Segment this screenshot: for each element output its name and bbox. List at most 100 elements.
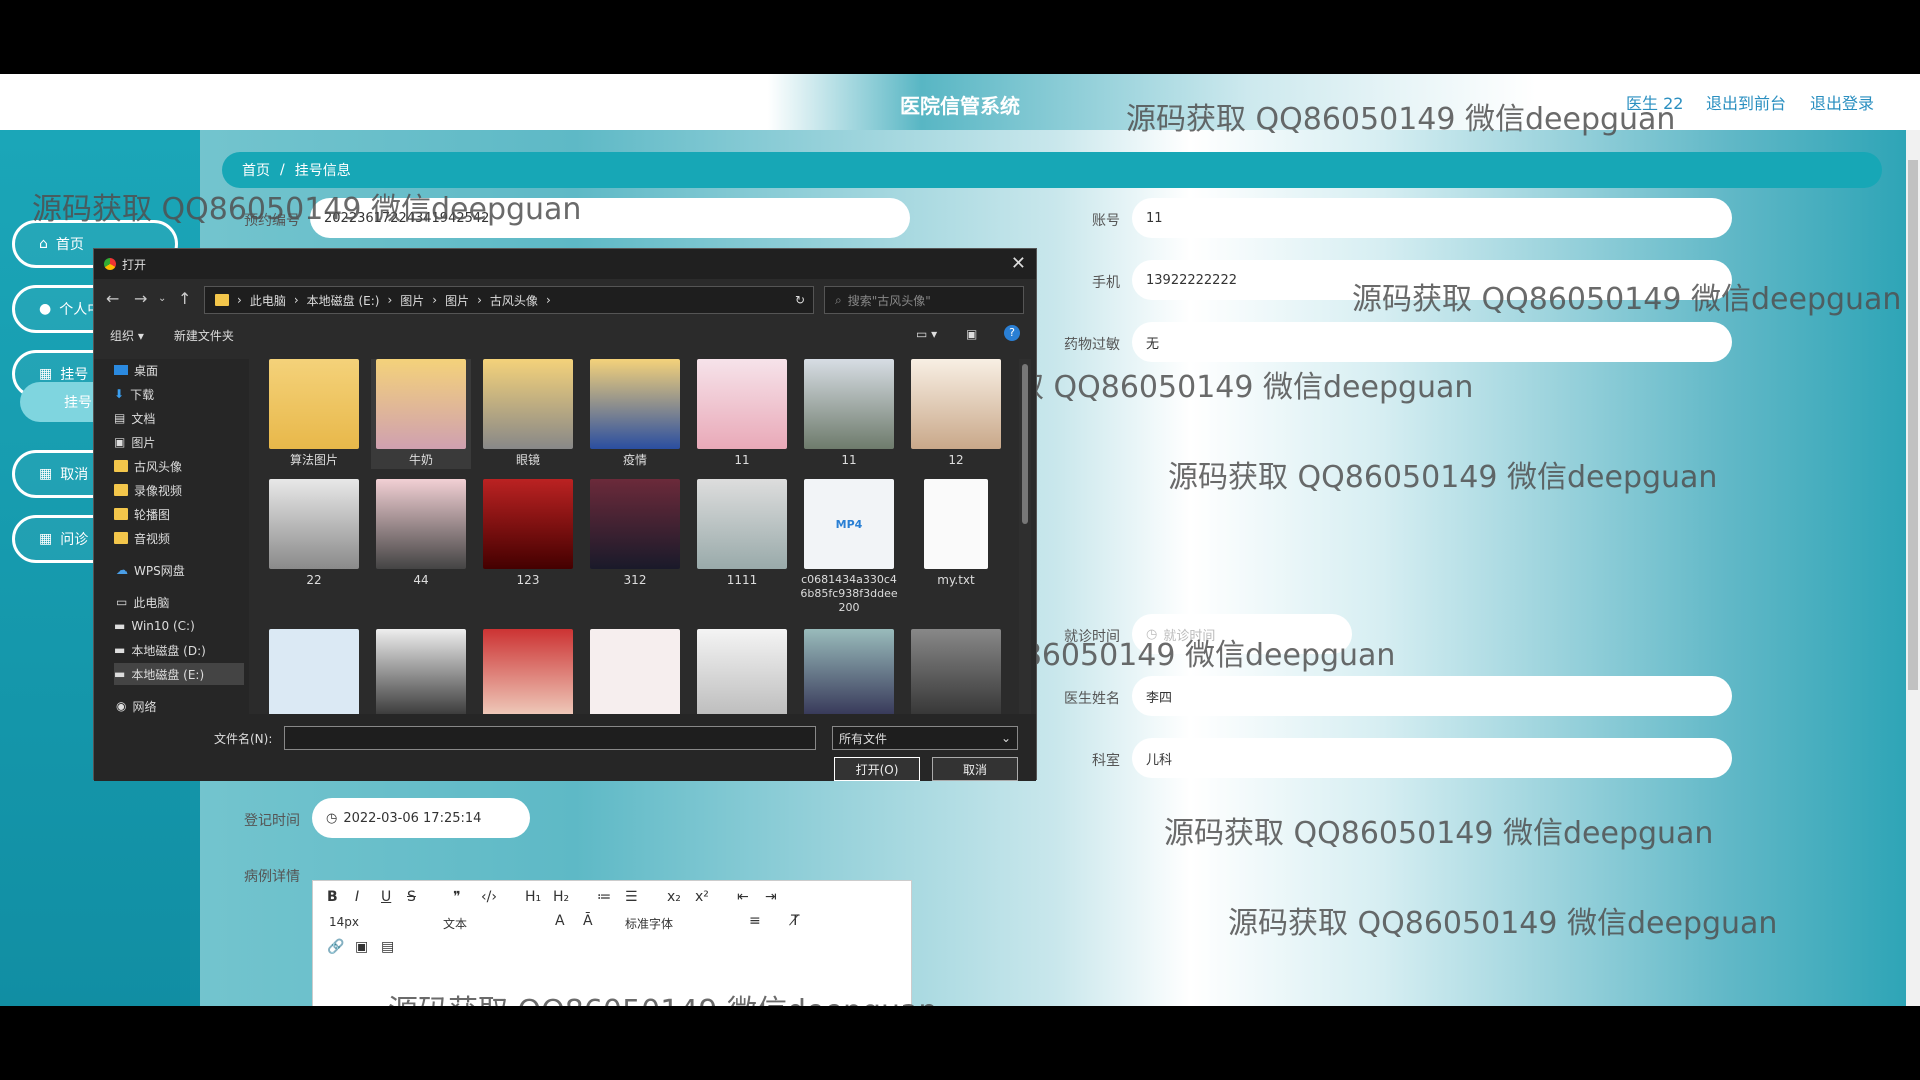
tree-item[interactable]: ▭ 此电脑 (116, 591, 246, 613)
image-icon[interactable]: ▣ (355, 939, 368, 955)
exit-to-front-link[interactable]: 退出到前台 (1706, 90, 1786, 114)
h2-button[interactable]: H₂ (553, 889, 569, 905)
chevron-right-icon: › (432, 293, 438, 307)
file-tile[interactable] (692, 629, 792, 714)
path-segment[interactable]: 图片 (445, 292, 469, 309)
background-color-button[interactable]: Ā (583, 913, 593, 929)
tree-item[interactable]: 桌面 (114, 359, 244, 381)
file-name: 1111 (726, 573, 758, 587)
bold-button[interactable]: B (327, 889, 338, 905)
quote-button[interactable]: ❞ (453, 889, 461, 905)
phone-label: 手机 (1092, 275, 1120, 291)
video-icon[interactable]: ▤ (381, 939, 394, 955)
file-tile[interactable]: 12 (906, 359, 1006, 469)
file-tile[interactable]: 疫情 (585, 359, 685, 469)
cancel-button[interactable]: 取消 (932, 757, 1018, 781)
font-family-select[interactable]: 标准字体 (625, 915, 673, 932)
strike-button[interactable]: S (407, 889, 416, 905)
up-icon[interactable]: ↑ (178, 289, 191, 308)
search-input[interactable]: ⌕ 搜索"古风头像" (824, 286, 1024, 314)
file-tile[interactable]: 11 (692, 359, 792, 469)
tree-item[interactable]: 古风头像 (114, 455, 244, 477)
file-tile[interactable]: 22 (264, 479, 364, 589)
bullet-list-button[interactable]: ☰ (625, 889, 638, 905)
path-segment[interactable]: 本地磁盘 (E:) (307, 292, 380, 309)
new-folder-button[interactable]: 新建文件夹 (174, 327, 234, 344)
code-button[interactable]: ‹/› (481, 889, 497, 905)
refresh-icon[interactable]: ↻ (795, 293, 805, 307)
file-tile[interactable] (371, 629, 471, 714)
tree-item[interactable]: ⬇ 下载 (114, 383, 244, 405)
tree-label: 录像视频 (134, 483, 183, 498)
h1-button[interactable]: H₁ (525, 889, 541, 905)
close-icon[interactable]: ✕ (1011, 253, 1026, 274)
superscript-button[interactable]: x² (695, 889, 709, 905)
open-button[interactable]: 打开(O) (834, 757, 920, 781)
link-icon[interactable]: 🔗 (327, 939, 344, 955)
file-tile[interactable]: 44 (371, 479, 471, 589)
tree-item-selected[interactable]: ▬ 本地磁盘 (E:) (114, 663, 244, 685)
file-tile[interactable]: 牛奶 (371, 359, 471, 469)
allergy-label: 药物过敏 (1064, 337, 1120, 353)
scrollbar-thumb[interactable] (1022, 364, 1028, 524)
clear-format-button[interactable]: T̸ (791, 913, 800, 929)
underline-button[interactable]: U (381, 889, 391, 905)
path-segment[interactable]: 图片 (400, 292, 424, 309)
register-time-field[interactable]: ◷ 2022-03-06 17:25:14 (312, 798, 530, 838)
ordered-list-button[interactable]: ≔ (597, 889, 611, 905)
file-tile[interactable]: 眼镜 (478, 359, 578, 469)
file-tile[interactable]: 11 (799, 359, 899, 469)
address-bar[interactable]: › 此电脑 › 本地磁盘 (E:) › 图片 › 图片 › 古风头像 › ↻ (204, 286, 814, 314)
file-tile[interactable]: 123 (478, 479, 578, 589)
file-tile[interactable] (585, 629, 685, 714)
file-tile[interactable] (478, 629, 578, 714)
subscript-button[interactable]: x₂ (667, 889, 681, 905)
file-tile[interactable]: MP4 c0681434a330c46b85fc938f3ddee200 (799, 479, 899, 614)
font-size-select[interactable]: 14px (329, 915, 359, 929)
align-button[interactable]: ≡ (749, 913, 761, 929)
page-scrollbar[interactable] (1906, 130, 1920, 1006)
file-grid-scrollbar[interactable] (1019, 359, 1031, 714)
outdent-button[interactable]: ⇤ (737, 889, 749, 905)
filetype-select[interactable]: 所有文件 ⌄ (832, 726, 1018, 750)
indent-button[interactable]: ⇥ (765, 889, 777, 905)
tree-item[interactable]: ▬ 本地磁盘 (D:) (114, 639, 244, 661)
department-field[interactable]: 儿科 (1132, 738, 1732, 778)
organize-menu[interactable]: 组织 ▾ (110, 327, 144, 344)
view-options-icon[interactable]: ▭ ▾ (916, 327, 937, 341)
path-segment[interactable]: 古风头像 (490, 292, 538, 309)
tree-item[interactable]: ▣ 图片 (114, 431, 244, 453)
italic-button[interactable]: I (355, 889, 359, 905)
file-tile[interactable]: 算法图片 (264, 359, 364, 469)
doctor-name-field[interactable]: 李四 (1132, 676, 1732, 716)
font-color-button[interactable]: A (555, 913, 565, 929)
file-tile[interactable] (799, 629, 899, 714)
tree-item[interactable]: ☁ WPS网盘 (116, 559, 246, 581)
file-tile[interactable] (906, 629, 1006, 714)
file-tile[interactable]: my.txt (906, 479, 1006, 589)
file-tile[interactable]: 312 (585, 479, 685, 589)
tree-item[interactable]: 录像视频 (114, 479, 244, 501)
path-segment[interactable]: 此电脑 (250, 292, 286, 309)
back-icon[interactable]: ← (106, 289, 119, 308)
account-field[interactable]: 11 (1132, 198, 1732, 238)
file-tile[interactable]: 1111 (692, 479, 792, 589)
file-tile[interactable] (264, 629, 364, 714)
tree-label: WPS网盘 (134, 563, 185, 578)
filename-input[interactable] (284, 726, 816, 750)
scrollbar-thumb[interactable] (1908, 160, 1918, 690)
help-icon[interactable]: ? (1004, 325, 1020, 341)
tree-item[interactable]: ▤ 文档 (114, 407, 244, 429)
text-type-select[interactable]: 文本 (443, 915, 467, 932)
tree-item[interactable]: ▬ Win10 (C:) (114, 615, 244, 637)
tree-item[interactable]: 轮播图 (114, 503, 244, 525)
allergy-field[interactable]: 无 (1132, 322, 1732, 362)
preview-pane-icon[interactable]: ▣ (966, 327, 977, 341)
chevron-right-icon: › (477, 293, 482, 307)
logout-link[interactable]: 退出登录 (1810, 90, 1874, 114)
chevron-down-icon[interactable]: ⌄ (158, 293, 166, 304)
file-name: 11 (734, 453, 750, 467)
breadcrumb-home[interactable]: 首页 (242, 160, 270, 180)
forward-icon[interactable]: → (134, 289, 147, 308)
tree-item[interactable]: 音视频 (114, 527, 244, 549)
